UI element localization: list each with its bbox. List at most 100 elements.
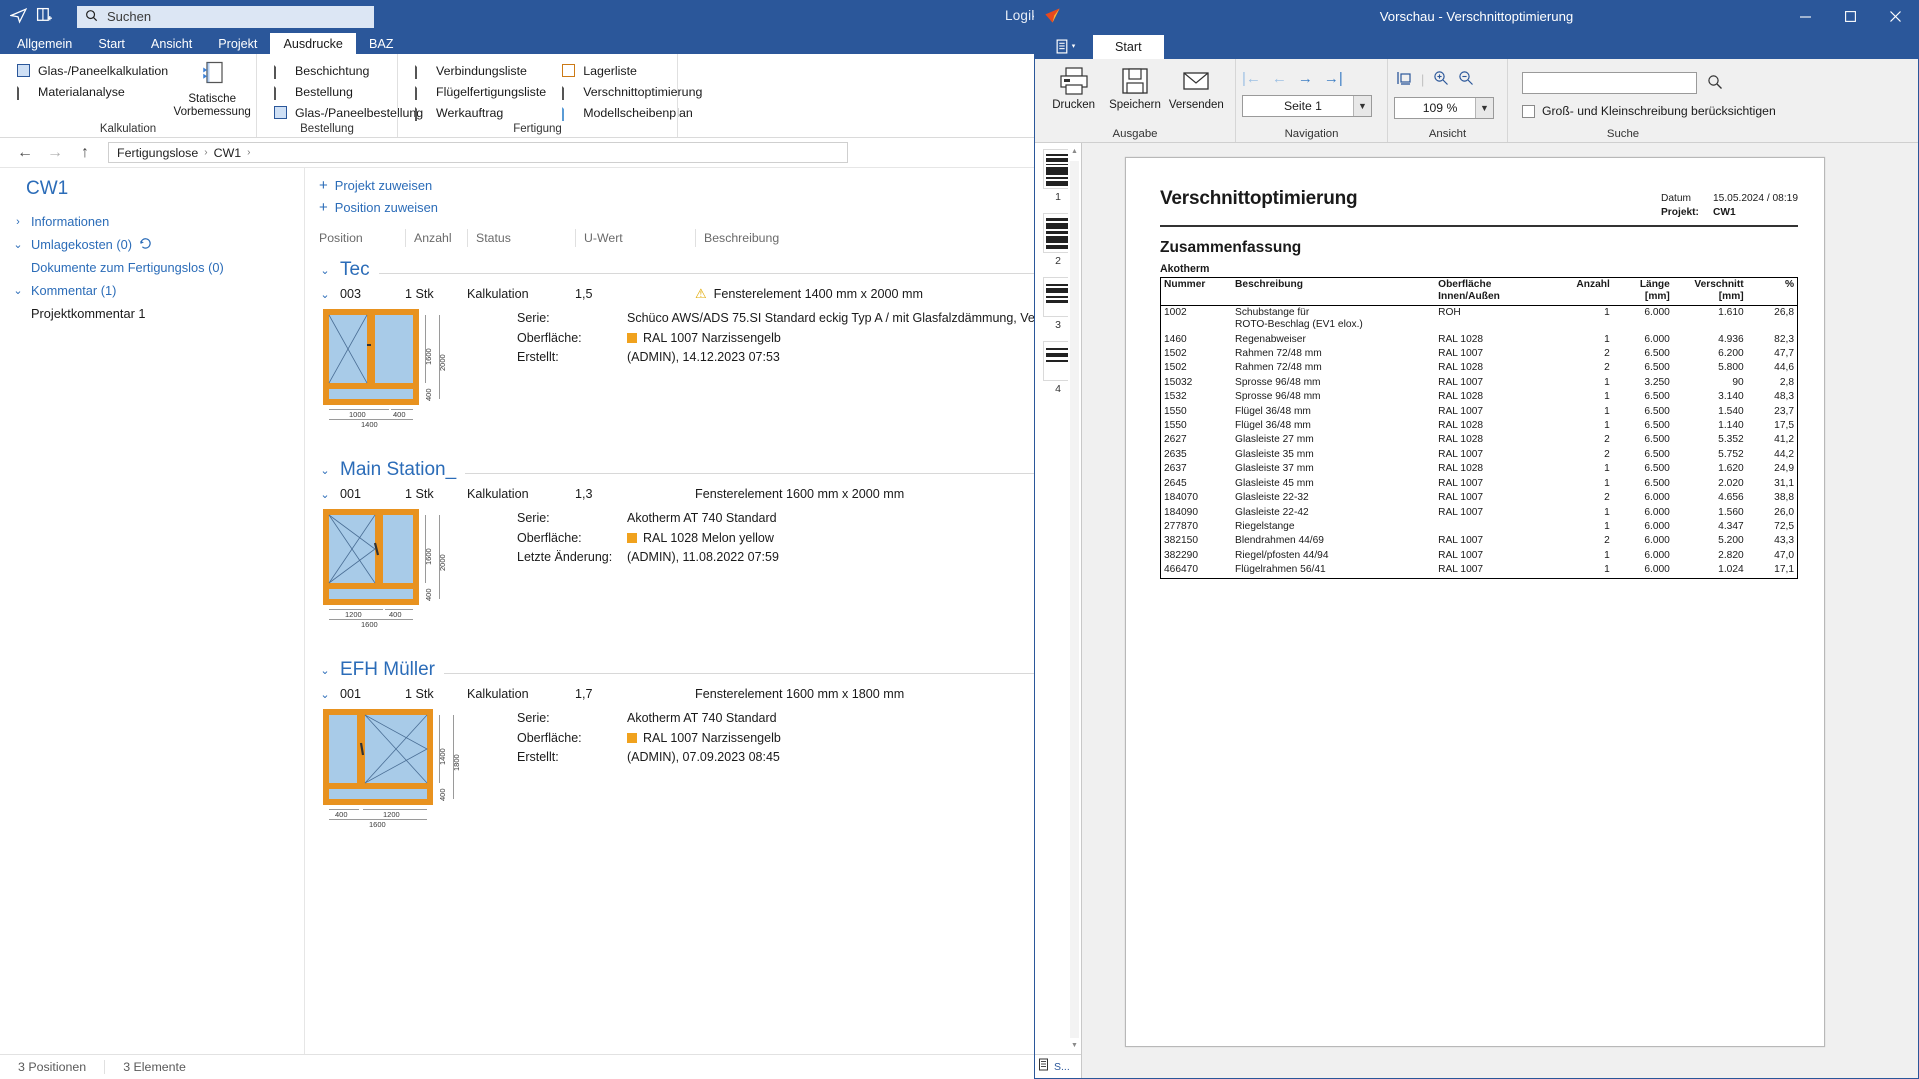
- maximize-icon[interactable]: [1828, 0, 1873, 33]
- cell-anzahl: 1: [1604, 420, 1610, 432]
- tree-item-projektkommentar[interactable]: Projektkommentar 1: [12, 302, 304, 325]
- refresh-icon[interactable]: [139, 237, 152, 253]
- tree-item-label: Projektkommentar 1: [31, 306, 146, 321]
- cell-laenge: 6.500: [1644, 391, 1670, 403]
- color-swatch: [627, 333, 637, 344]
- position-number: 001: [340, 687, 362, 701]
- column-header-anzahl[interactable]: Anzahl: [405, 229, 467, 247]
- ribbon-item-glas-paneelkalkulation[interactable]: Glas-/Paneelkalkulation: [15, 62, 170, 80]
- page-select[interactable]: Seite 1 ▼: [1242, 95, 1372, 117]
- zoom-in-icon[interactable]: [1433, 70, 1449, 89]
- zoom-select[interactable]: 109 % ▼: [1394, 97, 1494, 119]
- cell-prozent: 44,6: [1774, 362, 1794, 374]
- tab-start[interactable]: Start: [1093, 35, 1164, 59]
- tab-start[interactable]: Start: [85, 33, 138, 54]
- global-search-input[interactable]: Suchen: [107, 9, 151, 24]
- page-layout-icon[interactable]: [1396, 70, 1412, 89]
- tab-baz[interactable]: BAZ: [356, 33, 407, 54]
- paperplane-icon: [8, 7, 28, 27]
- chevron-down-icon[interactable]: ▼: [1353, 96, 1371, 116]
- cell-beschreibung: Glasleiste 35 mm: [1235, 448, 1314, 460]
- cell-oberflaeche: RAL 1007: [1438, 564, 1484, 576]
- ribbon-item-materialanalyse[interactable]: Materialanalyse: [15, 83, 170, 101]
- column-header-status[interactable]: Status: [467, 229, 575, 247]
- search-icon: [85, 9, 98, 25]
- scroll-track[interactable]: [1070, 161, 1079, 1038]
- cell-prozent: 47,0: [1774, 549, 1794, 561]
- position-uwert: 1,5: [575, 287, 593, 301]
- dim-inner-height: 1600: [424, 348, 433, 365]
- cell-anzahl: 1: [1604, 564, 1610, 576]
- tree-item-dokumente[interactable]: Dokumente zum Fertigungslos (0): [12, 256, 304, 279]
- ribbon-big-label-line1: Statische: [188, 92, 237, 105]
- tree-item-label: Kommentar (1): [31, 283, 117, 298]
- send-button[interactable]: Versenden: [1168, 64, 1225, 111]
- chevron-down-icon[interactable]: ⌄: [319, 488, 331, 501]
- element-drawing-cell: 1600 2000 400 1200 400 1600: [319, 509, 509, 631]
- close-icon[interactable]: [1873, 0, 1918, 33]
- chevron-down-icon[interactable]: ⌄: [319, 464, 331, 477]
- warning-icon: ⚠: [695, 286, 707, 301]
- print-button[interactable]: Drucken: [1045, 64, 1102, 111]
- dim-lower-height: 400: [424, 588, 433, 601]
- th-laenge: Länge [mm]: [1612, 277, 1673, 306]
- chevron-down-icon[interactable]: ⌄: [319, 264, 331, 277]
- save-button[interactable]: Speichern: [1106, 64, 1163, 111]
- breadcrumb[interactable]: Fertigungslose › CW1 ›: [108, 142, 848, 163]
- breadcrumb-item-0[interactable]: Fertigungslose: [117, 146, 198, 160]
- stock-list-icon: [562, 63, 577, 79]
- cell-verschnitt: 4.936: [1718, 333, 1744, 345]
- last-page-icon[interactable]: →|: [1324, 70, 1343, 87]
- tree-item-umlagekosten[interactable]: ⌄ Umlagekosten (0): [12, 233, 304, 256]
- tree-item-informationen[interactable]: › Informationen: [12, 210, 304, 233]
- minimize-icon[interactable]: [1783, 0, 1828, 33]
- tab-allgemein[interactable]: Allgemein: [4, 33, 85, 54]
- ribbon-item-werkauftrag[interactable]: Werkauftrag: [413, 104, 548, 122]
- cell-anzahl: 1: [1604, 405, 1610, 417]
- ribbon-item-statische-vorbemessung[interactable]: Statische Vorbemessung: [174, 58, 251, 119]
- position-fields: Serie: Akotherm AT 740 Standard Oberfläc…: [509, 509, 779, 631]
- ribbon-item-label: Materialanalyse: [38, 85, 125, 99]
- thumbnail-scrollbar[interactable]: ▲ ▼: [1068, 143, 1081, 1078]
- chevron-down-icon[interactable]: ⌄: [319, 664, 331, 677]
- table-row: 1550 Flügel 36/48 mm RAL 1028 1 6.500 1.…: [1161, 419, 1798, 433]
- case-sensitive-checkbox[interactable]: [1522, 104, 1535, 118]
- column-header-position[interactable]: Position: [319, 229, 405, 247]
- ribbon-item-fluegelfertigungsliste[interactable]: Flügelfertigungsliste: [413, 83, 548, 101]
- field-key: Erstellt:: [517, 350, 559, 364]
- thumbnail-footer[interactable]: S...: [1035, 1054, 1081, 1078]
- cell-prozent: 17,1: [1774, 564, 1794, 576]
- chevron-down-icon[interactable]: ▼: [1475, 98, 1493, 118]
- zoom-out-icon[interactable]: [1458, 70, 1474, 89]
- preview-search-input[interactable]: [1522, 72, 1697, 94]
- cell-prozent: 24,9: [1774, 463, 1794, 475]
- tree-item-kommentar[interactable]: ⌄ Kommentar (1): [12, 279, 304, 302]
- page-list-icon[interactable]: [1038, 1058, 1051, 1075]
- column-header-beschreibung[interactable]: Beschreibung: [695, 229, 1035, 247]
- scroll-down-icon[interactable]: ▼: [1068, 1039, 1081, 1052]
- forward-arrow-icon[interactable]: →: [40, 144, 70, 162]
- up-arrow-icon[interactable]: ↑: [70, 144, 100, 162]
- magnifier-icon[interactable]: [1707, 74, 1723, 93]
- first-page-icon[interactable]: |←: [1242, 70, 1261, 87]
- breadcrumb-separator: ›: [204, 147, 208, 158]
- next-page-icon[interactable]: →: [1298, 70, 1313, 87]
- column-header-uwert[interactable]: U-Wert: [575, 229, 695, 247]
- breadcrumb-item-1[interactable]: CW1: [214, 146, 242, 160]
- previous-page-icon[interactable]: ←: [1272, 70, 1287, 87]
- global-search-box[interactable]: Suchen: [77, 5, 374, 28]
- cell-nummer: 382290: [1164, 549, 1198, 561]
- table-row: 466470 Flügelrahmen 56/41 RAL 1007 1 6.0…: [1161, 563, 1798, 578]
- chevron-down-icon[interactable]: ⌄: [319, 688, 331, 701]
- cell-laenge: 6.500: [1644, 362, 1670, 374]
- scroll-up-icon[interactable]: ▲: [1068, 145, 1081, 158]
- new-window-icon[interactable]: [36, 7, 53, 27]
- back-arrow-icon[interactable]: ←: [10, 144, 40, 162]
- ribbon-item-verbindungsliste[interactable]: Verbindungsliste: [413, 62, 548, 80]
- tab-projekt[interactable]: Projekt: [205, 33, 270, 54]
- cell-prozent: 47,7: [1774, 348, 1794, 360]
- tab-ausdrucke[interactable]: Ausdrucke: [270, 33, 356, 54]
- chevron-down-icon[interactable]: ⌄: [319, 288, 331, 301]
- tab-ansicht[interactable]: Ansicht: [138, 33, 205, 54]
- app-menu-button[interactable]: ▾: [1043, 33, 1087, 59]
